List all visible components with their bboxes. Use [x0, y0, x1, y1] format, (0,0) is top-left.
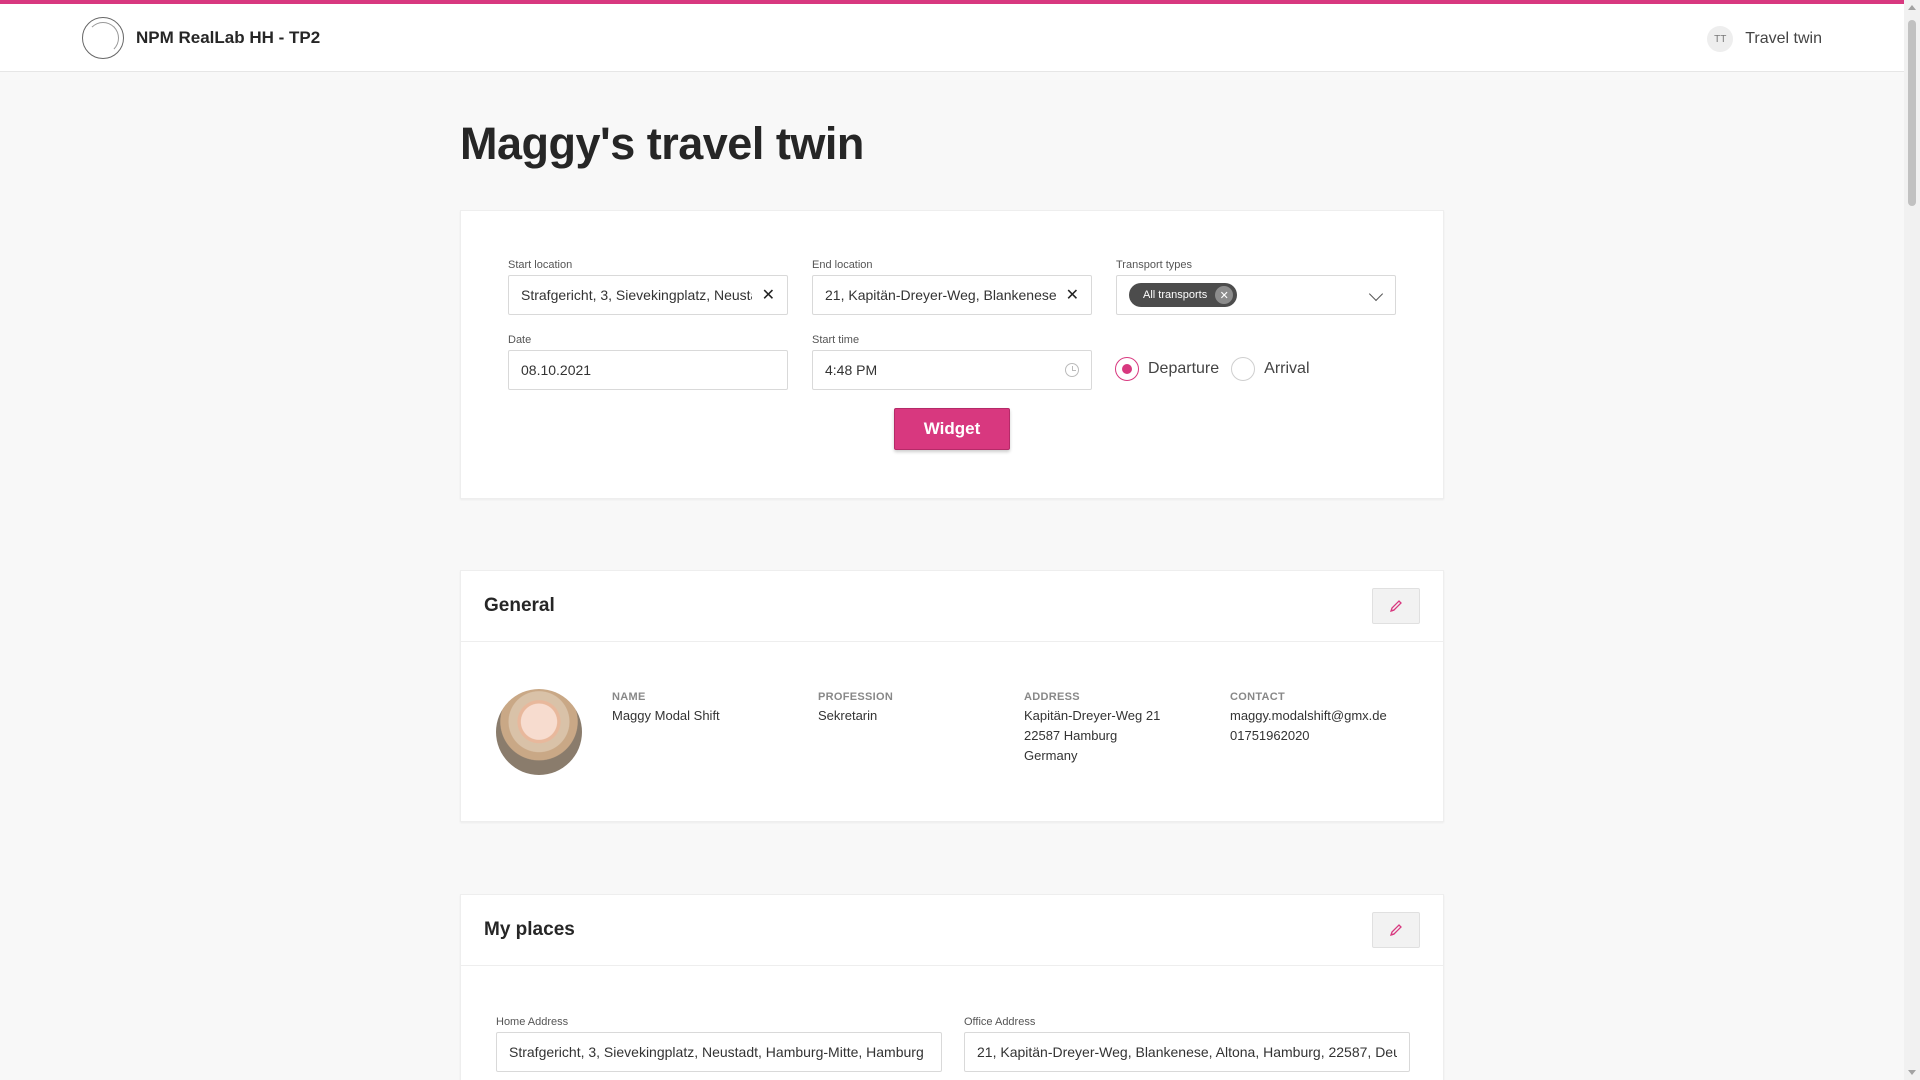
start-location-input[interactable]: Strafgericht, 3, Sievekingplatz, Neustad… [508, 275, 788, 315]
pencil-icon [1389, 600, 1402, 613]
address-line-2: 22587 Hamburg [1024, 728, 1118, 743]
date-label: Date [508, 334, 532, 346]
reallab-logo [82, 17, 124, 59]
chevron-down-icon[interactable] [1368, 286, 1384, 302]
edit-general-button[interactable] [1372, 588, 1420, 624]
contact-label: CONTACT [1230, 691, 1286, 703]
scroll-down-icon[interactable] [1908, 1070, 1916, 1075]
start-time-input[interactable]: 4:48 PM [812, 350, 1092, 390]
general-header: General [461, 571, 1443, 642]
start-time-field: Start time 4:48 PM [812, 334, 1092, 390]
home-address-field: Home Address Strafgericht, 3, Sievekingp… [496, 1016, 942, 1072]
route-search-card: Start location Strafgericht, 3, Sievekin… [460, 210, 1444, 499]
edit-places-button[interactable] [1372, 912, 1420, 948]
office-address-label: Office Address [964, 1016, 1036, 1028]
address-line-1: Kapitän-Dreyer-Weg 21 [1024, 708, 1161, 723]
arrival-radio[interactable] [1231, 357, 1256, 381]
brand[interactable]: NPM RealLab HH - TP2 [82, 16, 320, 60]
transport-types-select[interactable]: All transports ✕ [1116, 275, 1396, 315]
departure-arrival-radio-group: Departure Arrival [1115, 357, 1310, 381]
address-label: ADDRESS [1024, 691, 1080, 703]
departure-option[interactable]: Departure [1115, 357, 1219, 381]
departure-radio[interactable] [1115, 357, 1139, 381]
travel-twin-link[interactable]: Travel twin [1745, 30, 1822, 48]
office-address-input[interactable]: 21, Kapitän-Dreyer-Weg, Blankenese, Alto… [964, 1032, 1410, 1072]
contact-email[interactable]: maggy.modalshift@gmx.de [1230, 706, 1387, 726]
remove-chip-icon[interactable]: ✕ [1215, 286, 1234, 304]
start-location-value[interactable]: Strafgericht, 3, Sievekingplatz, Neustad… [521, 287, 752, 303]
arrival-option[interactable]: Arrival [1231, 357, 1310, 381]
start-location-field: Start location Strafgericht, 3, Sievekin… [508, 259, 788, 315]
start-time-value[interactable]: 4:48 PM [825, 362, 1065, 378]
transport-types-field: Transport types All transports ✕ [1116, 259, 1396, 315]
top-navbar: NPM RealLab HH - TP2 TT Travel twin [0, 0, 1904, 72]
start-time-label: Start time [812, 334, 860, 346]
scroll-thumb[interactable] [1908, 20, 1916, 206]
end-location-input[interactable]: 21, Kapitän-Dreyer-Weg, Blankenese ✕ [812, 275, 1092, 315]
arrival-label[interactable]: Arrival [1264, 360, 1309, 378]
user-nav[interactable]: TT Travel twin [1707, 24, 1822, 54]
general-card: General NAME Maggy Modal Shift PROFESSIO… [460, 570, 1444, 822]
name-label: NAME [612, 691, 646, 703]
address-column: ADDRESS Kapitän-Dreyer-Weg 21 22587 Hamb… [1024, 690, 1160, 766]
home-address-label: Home Address [496, 1016, 569, 1028]
profession-column: PROFESSION Sekretarin [818, 690, 893, 726]
end-location-field: End location 21, Kapitän-Dreyer-Weg, Bla… [812, 259, 1092, 315]
name-value: Maggy Modal Shift [612, 708, 720, 723]
widget-button[interactable]: Widget [894, 408, 1010, 450]
start-location-label: Start location [508, 259, 573, 271]
profession-value: Sekretarin [818, 708, 878, 723]
contact-phone[interactable]: 01751962020 [1230, 726, 1387, 746]
departure-label[interactable]: Departure [1148, 360, 1219, 378]
user-avatar[interactable]: TT [1707, 26, 1734, 52]
date-value[interactable]: 08.10.2021 [521, 362, 775, 378]
page-title: Maggy's travel twin [460, 118, 864, 169]
transport-chip-label: All transports [1143, 289, 1208, 301]
date-field: Date 08.10.2021 [508, 334, 788, 390]
clock-icon[interactable] [1065, 363, 1079, 377]
my-places-header: My places [461, 895, 1443, 966]
page-scrollbar[interactable] [1904, 0, 1920, 1080]
brand-title: NPM RealLab HH - TP2 [136, 28, 321, 47]
my-places-card: My places Home Address Strafgericht, 3, … [460, 894, 1444, 1080]
end-location-label: End location [812, 259, 873, 271]
address-line-3: Germany [1024, 748, 1078, 763]
scroll-up-icon[interactable] [1908, 5, 1916, 10]
name-column: NAME Maggy Modal Shift [612, 690, 720, 726]
pencil-icon [1389, 924, 1402, 937]
end-location-value[interactable]: 21, Kapitän-Dreyer-Weg, Blankenese [825, 287, 1056, 303]
office-address-field: Office Address 21, Kapitän-Dreyer-Weg, B… [964, 1016, 1410, 1072]
contact-column: CONTACT maggy.modalshift@gmx.de 01751962… [1230, 690, 1387, 746]
profession-label: PROFESSION [818, 691, 894, 703]
my-places-title: My places [484, 919, 575, 940]
general-title: General [484, 595, 555, 616]
home-address-input[interactable]: Strafgericht, 3, Sievekingplatz, Neustad… [496, 1032, 942, 1072]
home-address-value[interactable]: Strafgericht, 3, Sievekingplatz, Neustad… [509, 1044, 929, 1060]
date-input[interactable]: 08.10.2021 [508, 350, 788, 390]
clear-start-location-icon[interactable]: ✕ [762, 285, 775, 305]
profile-avatar [496, 689, 582, 775]
transport-types-label: Transport types [1116, 259, 1193, 271]
clear-end-location-icon[interactable]: ✕ [1066, 285, 1079, 305]
transport-chip: All transports ✕ [1129, 283, 1238, 307]
office-address-value[interactable]: 21, Kapitän-Dreyer-Weg, Blankenese, Alto… [977, 1044, 1397, 1060]
